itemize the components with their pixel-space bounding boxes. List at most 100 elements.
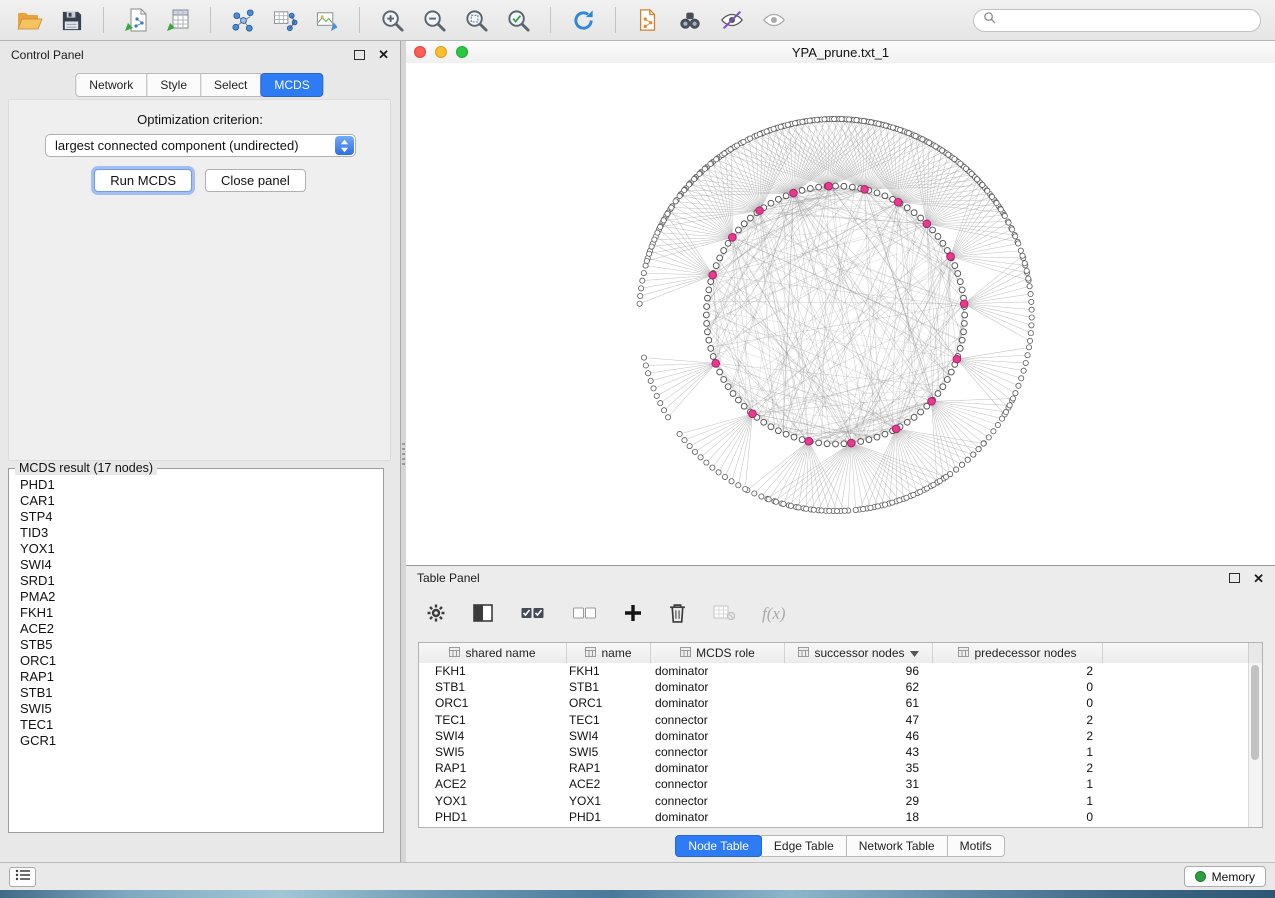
table-cell: 61 [785,696,933,710]
toolbar-separator [103,7,104,33]
close-panel-icon[interactable]: ✕ [378,48,389,61]
column-header-predecessor-nodes[interactable]: predecessor nodes [933,643,1103,663]
search-box[interactable] [973,9,1261,32]
tab-network-table[interactable]: Network Table [846,835,948,857]
table-row[interactable]: RAP1RAP1dominator352 [419,760,1249,776]
mcds-result-item[interactable]: ACE2 [20,621,372,637]
network-canvas[interactable] [406,63,1275,565]
mcds-result-item[interactable]: STB1 [20,685,372,701]
criterion-select[interactable]: largest connected component (undirected) [45,134,356,157]
table-row[interactable]: YOX1YOX1connector291 [419,793,1249,809]
column-header-successor-nodes[interactable]: successor nodes [785,643,933,663]
save-icon [60,9,83,32]
scrollbar-thumb[interactable] [1251,665,1259,760]
mcds-result-item[interactable]: RAP1 [20,669,372,685]
float-table-panel-icon[interactable] [1229,573,1240,583]
table-options-button[interactable] [426,603,446,626]
table-grid-icon [798,646,809,660]
mcds-result-item[interactable]: TEC1 [20,717,372,733]
mcds-result-item[interactable]: SRD1 [20,573,372,589]
table-cell: 0 [933,680,1103,694]
zoom-selected-button[interactable] [499,3,537,37]
network-graph[interactable] [406,63,1275,565]
show-graphics-details-button[interactable] [755,3,793,37]
mcds-result-item[interactable]: CAR1 [20,493,372,509]
table-row[interactable]: STB1STB1dominator620 [419,679,1249,695]
memory-button[interactable]: Memory [1184,866,1266,887]
table-cell: TEC1 [567,713,651,727]
new-network-button[interactable] [224,3,262,37]
tab-network[interactable]: Network [75,73,147,97]
close-window-icon[interactable] [414,46,426,58]
table-row[interactable]: PHD1PHD1dominator180 [419,809,1249,825]
column-header-shared-name[interactable]: shared name [419,643,567,663]
network-view-window: YPA_prune.txt_1 [406,41,1275,565]
maximize-window-icon[interactable] [456,46,468,58]
table-row[interactable]: FKH1FKH1dominator962 [419,663,1249,679]
table-row[interactable]: ACE2ACE2connector311 [419,776,1249,792]
mcds-result-item[interactable]: YOX1 [20,541,372,557]
add-column-button[interactable] [624,604,642,625]
minimize-window-icon[interactable] [435,46,447,58]
chevron-down-icon[interactable] [910,646,919,660]
table-scrollbar[interactable] [1248,663,1262,827]
table-cell: RAP1 [567,761,651,775]
mcds-result-item[interactable]: PHD1 [20,477,372,493]
delete-column-button[interactable] [669,603,686,626]
import-table-disabled-button[interactable] [713,605,735,624]
deselect-all-button[interactable] [572,606,597,623]
mcds-result-item[interactable]: STB5 [20,637,372,653]
eye-slash-icon [719,8,745,32]
mcds-result-item[interactable]: PMA2 [20,589,372,605]
search-input[interactable] [1002,12,1251,28]
control-panel-title: Control Panel [11,48,84,62]
column-header-name[interactable]: name [567,643,651,663]
mcds-result-list[interactable]: PHD1CAR1STP4TID3YOX1SWI4SRD1PMA2FKH1ACE2… [9,475,383,751]
mcds-result-item[interactable]: ORC1 [20,653,372,669]
hide-graphics-details-button[interactable] [713,3,751,37]
table-row[interactable]: ORC1ORC1dominator610 [419,695,1249,711]
mcds-result-item[interactable]: FKH1 [20,605,372,621]
panel-menu-button[interactable] [9,867,36,887]
zoom-in-button[interactable] [373,3,411,37]
zoom-out-button[interactable] [415,3,453,37]
table-row[interactable]: SWI4SWI4dominator462 [419,728,1249,744]
tab-mcds[interactable]: MCDS [260,73,323,97]
tab-style[interactable]: Style [146,73,201,97]
tab-node-table[interactable]: Node Table [675,835,762,857]
tab-edge-table[interactable]: Edge Table [761,835,847,857]
application-window: Control Panel ✕ Network Style Select MCD… [0,0,1275,890]
share-document-button[interactable] [629,3,667,37]
network-from-table-button[interactable] [266,3,304,37]
run-mcds-button[interactable]: Run MCDS [94,169,192,192]
tab-select[interactable]: Select [200,73,261,97]
zoom-fit-button[interactable] [457,3,495,37]
mcds-result-item[interactable]: TID3 [20,525,372,541]
column-header-mcds-role[interactable]: MCDS role [651,643,785,663]
mcds-result-item[interactable]: SWI5 [20,701,372,717]
table-row[interactable]: TEC1TEC1connector472 [419,712,1249,728]
mcds-result-item[interactable]: SWI4 [20,557,372,573]
export-image-button[interactable] [308,3,346,37]
close-panel-button[interactable]: Close panel [205,169,306,192]
import-network-button[interactable] [117,3,155,37]
float-panel-icon[interactable] [354,50,365,60]
table-cell: 29 [785,794,933,808]
mcds-result-item[interactable]: STP4 [20,509,372,525]
search-network-button[interactable] [671,3,709,37]
column-chooser-button[interactable] [473,604,493,625]
columns-icon [473,604,493,625]
network-window-title: YPA_prune.txt_1 [406,45,1275,60]
save-session-button[interactable] [52,3,90,37]
table-cell: 31 [785,777,933,791]
refresh-view-button[interactable] [564,3,602,37]
select-all-button[interactable] [520,606,545,623]
close-table-panel-icon[interactable]: ✕ [1253,572,1264,585]
table-row[interactable]: SWI5SWI5connector431 [419,744,1249,760]
mcds-result-item[interactable]: GCR1 [20,733,372,749]
tab-motifs[interactable]: Motifs [947,835,1005,857]
import-table-button[interactable] [159,3,197,37]
network-window-titlebar[interactable]: YPA_prune.txt_1 [406,41,1275,64]
function-builder-button[interactable]: f(x) [762,604,786,624]
open-file-button[interactable] [10,3,48,37]
